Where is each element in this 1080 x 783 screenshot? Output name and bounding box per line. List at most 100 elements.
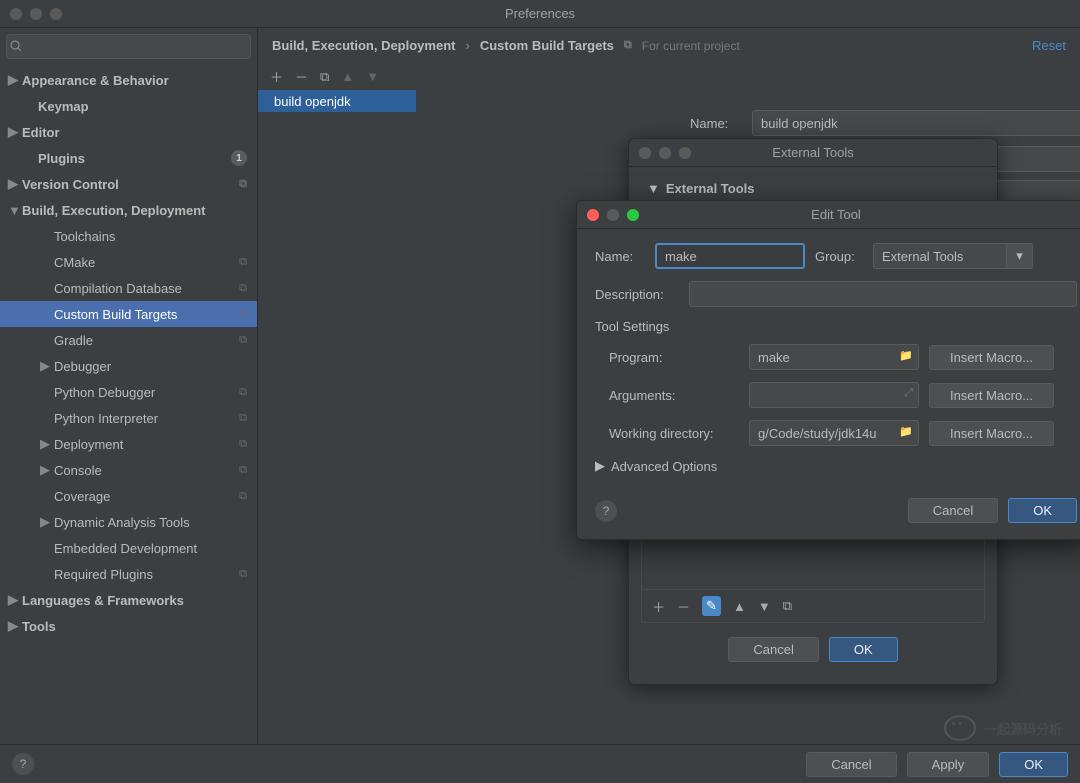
down-icon[interactable]: ▼ [366, 69, 379, 84]
reset-link[interactable]: Reset [1032, 38, 1066, 53]
tree-arrow-icon: ▶ [40, 514, 52, 530]
scope-icon: ⧉ [239, 308, 247, 321]
arguments-label: Arguments: [609, 388, 739, 403]
settings-tree: ▶Appearance & BehaviorKeymap▶EditorPlugi… [0, 65, 257, 639]
cancel-button[interactable]: Cancel [908, 498, 998, 523]
sidebar-item-compilation-database[interactable]: Compilation Database⧉ [0, 275, 257, 301]
ok-button[interactable]: OK [1008, 498, 1077, 523]
tree-label: Version Control [22, 177, 119, 192]
cancel-button[interactable]: Cancel [728, 637, 818, 662]
description-input[interactable] [689, 281, 1077, 307]
ok-button[interactable]: OK [999, 752, 1068, 777]
sidebar-item-editor[interactable]: ▶Editor [0, 119, 257, 145]
tree-label: Console [54, 463, 102, 478]
settings-content: Build, Execution, Deployment › Custom Bu… [258, 28, 1080, 744]
sidebar-item-debugger[interactable]: ▶Debugger [0, 353, 257, 379]
working-dir-input[interactable] [749, 420, 919, 446]
tree-arrow-icon: ▶ [40, 436, 52, 452]
zoom-icon[interactable] [627, 209, 639, 221]
working-dir-label: Working directory: [609, 426, 739, 441]
group-label: Group: [815, 249, 863, 264]
tree-label: Keymap [38, 99, 89, 114]
minimize-icon[interactable] [659, 147, 671, 159]
add-icon[interactable]: ＋ [652, 597, 665, 616]
program-label: Program: [609, 350, 739, 365]
external-tools-header[interactable]: ▼ External Tools [629, 175, 997, 203]
up-icon[interactable]: ▲ [733, 599, 746, 614]
sidebar-item-toolchains[interactable]: Toolchains [0, 223, 257, 249]
minimize-window-icon[interactable] [30, 8, 42, 20]
badge: 1 [231, 150, 247, 166]
edit-icon[interactable]: ✎ [702, 596, 721, 616]
tree-label: Toolchains [54, 229, 115, 244]
tree-label: Embedded Development [54, 541, 197, 556]
tree-label: Deployment [54, 437, 123, 452]
remove-icon[interactable]: － [295, 67, 308, 86]
remove-icon[interactable]: － [677, 597, 690, 616]
insert-macro-button[interactable]: Insert Macro... [929, 383, 1054, 408]
sidebar-item-keymap[interactable]: Keymap [0, 93, 257, 119]
sidebar-item-dynamic-analysis-tools[interactable]: ▶Dynamic Analysis Tools [0, 509, 257, 535]
sidebar-item-coverage[interactable]: Coverage⧉ [0, 483, 257, 509]
program-input[interactable] [749, 344, 919, 370]
scope-icon: ⧉ [239, 438, 247, 451]
tree-label: Tools [22, 619, 56, 634]
copy-icon[interactable]: ⧉ [783, 598, 792, 614]
sidebar-item-tools[interactable]: ▶Tools [0, 613, 257, 639]
insert-macro-button[interactable]: Insert Macro... [929, 421, 1054, 446]
down-icon[interactable]: ▼ [758, 599, 771, 614]
sidebar-item-languages-frameworks[interactable]: ▶Languages & Frameworks [0, 587, 257, 613]
group-combo[interactable] [873, 243, 1007, 269]
sidebar-item-embedded-development[interactable]: Embedded Development [0, 535, 257, 561]
breadcrumb-part: Build, Execution, Deployment [272, 38, 455, 53]
preferences-titlebar: Preferences [0, 0, 1080, 28]
sidebar-item-plugins[interactable]: Plugins1 [0, 145, 257, 171]
scope-icon: ⧉ [239, 334, 247, 347]
cancel-button[interactable]: Cancel [806, 752, 896, 777]
sidebar-item-console[interactable]: ▶Console ⧉ [0, 457, 257, 483]
sidebar-item-build-execution-deployment[interactable]: ▼Build, Execution, Deployment [0, 197, 257, 223]
close-icon[interactable] [639, 147, 651, 159]
sidebar-item-cmake[interactable]: CMake⧉ [0, 249, 257, 275]
tree-arrow-icon: ▶ [40, 358, 52, 374]
arguments-input[interactable] [749, 382, 919, 408]
help-icon[interactable]: ? [595, 500, 617, 522]
close-window-icon[interactable] [10, 8, 22, 20]
add-icon[interactable]: ＋ [270, 67, 283, 86]
advanced-options-toggle[interactable]: ▶ Advanced Options [595, 458, 1077, 474]
tree-arrow-icon: ▼ [8, 203, 20, 218]
sidebar-item-required-plugins[interactable]: Required Plugins⧉ [0, 561, 257, 587]
sidebar-item-version-control[interactable]: ▶Version Control⧉ [0, 171, 257, 197]
sidebar-item-python-interpreter[interactable]: Python Interpreter⧉ [0, 405, 257, 431]
tree-label: Editor [22, 125, 60, 140]
tool-name-input[interactable] [655, 243, 805, 269]
search-input[interactable] [6, 34, 251, 59]
target-name-input[interactable] [752, 110, 1080, 136]
sidebar-item-custom-build-targets[interactable]: Custom Build Targets ⧉ [0, 301, 257, 327]
sidebar-item-appearance-behavior[interactable]: ▶Appearance & Behavior [0, 67, 257, 93]
sidebar-item-python-debugger[interactable]: Python Debugger⧉ [0, 379, 257, 405]
tree-arrow-icon: ▶ [40, 462, 52, 478]
sidebar-item-deployment[interactable]: ▶Deployment ⧉ [0, 431, 257, 457]
target-tab[interactable]: build openjdk [258, 90, 416, 112]
zoom-icon[interactable] [679, 147, 691, 159]
minimize-icon[interactable] [607, 209, 619, 221]
edit-tool-dialog: Edit Tool Name: Group: ▾ Description: To… [576, 200, 1080, 540]
copy-icon: ⧉ [624, 39, 632, 52]
chevron-down-icon[interactable]: ▾ [1007, 243, 1033, 269]
scope-icon: ⧉ [239, 178, 247, 191]
scope-icon: ⧉ [239, 282, 247, 295]
copy-icon[interactable]: ⧉ [320, 69, 329, 85]
tree-label: Custom Build Targets [54, 307, 177, 322]
scope-icon: ⧉ [239, 464, 247, 477]
close-icon[interactable] [587, 209, 599, 221]
insert-macro-button[interactable]: Insert Macro... [929, 345, 1054, 370]
up-icon[interactable]: ▲ [341, 69, 354, 84]
ok-button[interactable]: OK [829, 637, 898, 662]
sidebar-item-gradle[interactable]: Gradle⧉ [0, 327, 257, 353]
apply-button[interactable]: Apply [907, 752, 990, 777]
zoom-window-icon[interactable] [50, 8, 62, 20]
dialog-title: Edit Tool [811, 207, 861, 222]
help-icon[interactable]: ? [12, 753, 34, 775]
dialog-title: External Tools [772, 145, 853, 160]
